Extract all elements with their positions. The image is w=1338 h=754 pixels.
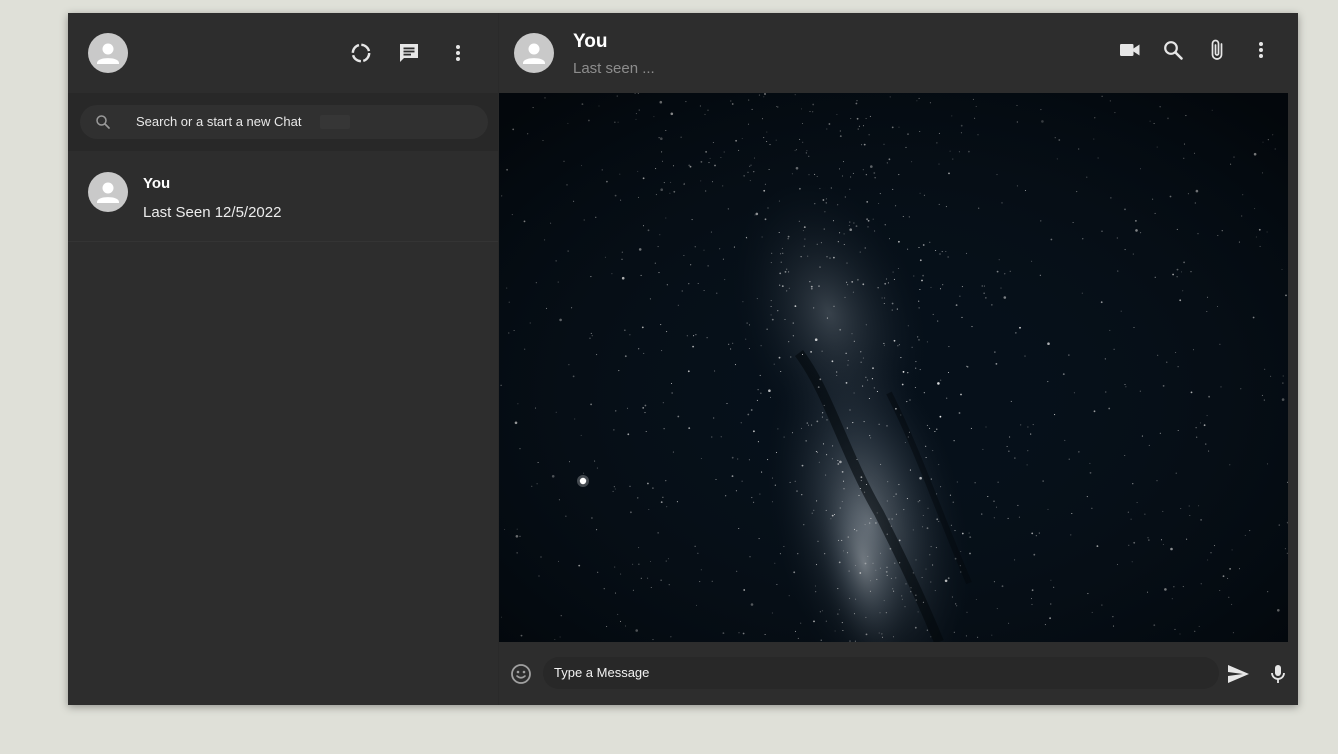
chat-app-window: Search or a start a new Chat You Last Se… (68, 13, 1298, 705)
new-chat-icon[interactable] (397, 41, 421, 65)
message-composer: Type a Message (499, 642, 1298, 705)
more-vert-icon[interactable] (446, 41, 470, 65)
search-bar-container: Search or a start a new Chat (68, 93, 498, 151)
user-avatar-icon[interactable] (88, 33, 128, 73)
sidebar: Search or a start a new Chat You Last Se… (68, 13, 499, 705)
chat-panel: You Last seen ... Type a Message (499, 13, 1298, 705)
mic-icon[interactable] (1266, 662, 1290, 686)
search-icon (94, 113, 112, 136)
search-caret-area (320, 115, 350, 129)
chat-title: You (573, 31, 608, 52)
more-vert-icon[interactable] (1249, 38, 1273, 62)
message-input[interactable]: Type a Message (543, 657, 1219, 689)
video-icon[interactable] (1118, 38, 1142, 62)
chat-avatar-icon[interactable] (514, 33, 554, 73)
search-input[interactable]: Search or a start a new Chat (80, 105, 488, 139)
search-icon[interactable] (1161, 38, 1185, 62)
contact-avatar-icon (88, 172, 128, 212)
emoji-icon[interactable] (509, 662, 533, 686)
attach-icon[interactable] (1205, 38, 1229, 62)
contact-last-seen: Last Seen 12/5/2022 (143, 204, 282, 221)
send-icon[interactable] (1226, 662, 1250, 686)
contact-name: You (143, 175, 171, 192)
chat-header: You Last seen ... (499, 13, 1298, 93)
chat-last-seen: Last seen ... (573, 60, 655, 77)
chat-background-image (499, 93, 1288, 642)
status-icon[interactable] (349, 41, 373, 65)
sidebar-header (68, 13, 498, 93)
search-placeholder: Search or a start a new Chat (136, 114, 302, 129)
message-placeholder: Type a Message (554, 665, 650, 680)
chat-list-item[interactable]: You Last Seen 12/5/2022 (68, 151, 498, 242)
